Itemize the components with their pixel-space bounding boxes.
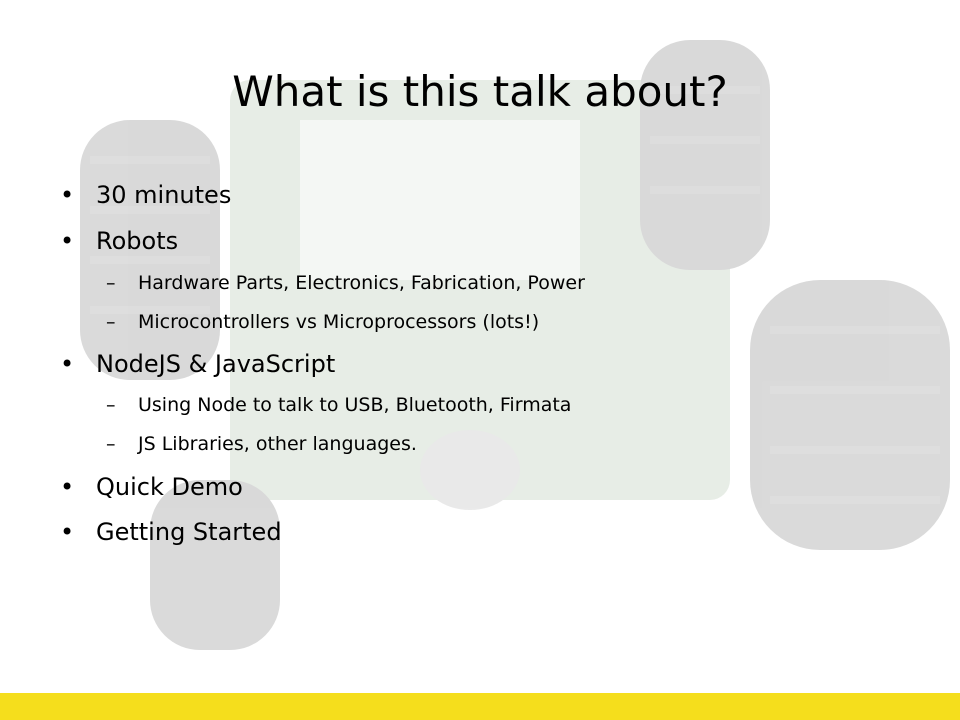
bullet-icon: • (60, 350, 75, 378)
bullet-icon: • (60, 473, 75, 501)
dash-icon: – (106, 433, 116, 455)
bullet-icon: • (60, 181, 75, 209)
bullet-icon: • (60, 227, 75, 255)
dash-icon: – (106, 394, 116, 416)
bullet-icon: • (60, 518, 75, 546)
footer-bar (0, 693, 960, 720)
dash-icon: – (106, 311, 116, 333)
slide-title: What is this talk about? (232, 67, 728, 116)
dash-icon: – (106, 272, 116, 294)
